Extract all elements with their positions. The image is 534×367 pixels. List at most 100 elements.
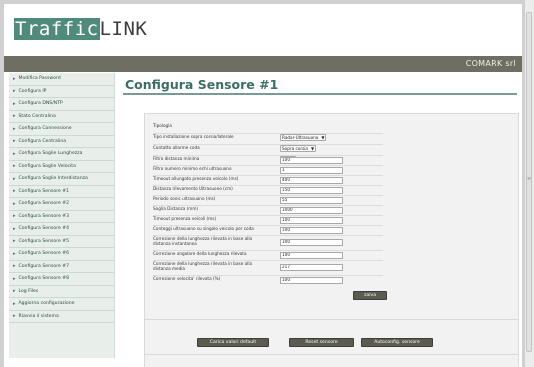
row-field: Correzione della lunghezza rilevata in b… [153,236,383,248]
soglia-distanza-input[interactable]: 1000 [280,207,343,214]
bullet-icon: ▸ [13,163,16,170]
timeout-presenza-input[interactable]: 100 [280,217,343,224]
field-label: Timeout allungato presenza veicolo (ms) [153,176,239,181]
field-label: Filtro numero minimo echi ultrasuono [153,166,232,171]
sidebar-item-configura-dns-ntp[interactable]: ▸ Configura DNS/NTP [9,98,114,111]
row-tipologia: Tipologia Radar-Ultrasuono ▼ [153,123,383,141]
bullet-icon: ▸ [13,75,16,82]
sidebar-item-modifica-password[interactable]: ▸ Modifica Password [9,73,114,86]
row-field: Timeout presenza veicoli (ms) 100 [153,216,383,225]
row-field: Timeout allungato presenza veicolo (ms) … [153,176,383,185]
sidebar-item-label: Configura Sensore #7 [18,263,70,269]
sidebar-item-label: Aggiorna configurazione [18,301,75,307]
bullet-icon: ▸ [13,113,16,120]
sidebar-item-sensore-1[interactable]: ▸ Configura Sensore #1 [9,186,114,198]
sidebar-item-sensore-2[interactable]: ▸ Configura Sensore #2 [9,198,114,211]
reset-sensor-button[interactable]: Reset sensore [289,338,354,347]
sidebar-item-label: Modifica Password [18,76,61,82]
sidebar-item-sensore-5[interactable]: ▸ Configura Sensore #5 [9,236,114,248]
sidebar-item-label: Configura Soglie Lunghezza [18,151,83,157]
sidebar-item-sensore-8[interactable]: ▸ Configura Sensore #8 [9,273,114,286]
load-defaults-button[interactable]: Carica valori default [197,338,269,347]
sidebar-item-riavvia-sistema[interactable]: ▸ Riavvia il sistema [9,311,114,323]
sidebar-item-label: Configura Sensore #3 [18,213,70,219]
correzione-velocita-input[interactable]: 100 [280,277,343,284]
sidebar-item-sensore-4[interactable]: ▸ Configura Sensore #4 [9,223,114,236]
sidebar-item-log-files[interactable]: ▸ Log Files [9,286,114,298]
field-label: Correzione angolare della lunghezza rile… [153,251,247,256]
logo-traffic: Traffic [14,18,100,40]
sidebar-item-configura-ip[interactable]: ▸ Configura IP [9,86,114,98]
bullet-icon: ▸ [13,225,16,232]
scrollbar-grip-icon: ≡ [527,176,532,182]
bullet-icon: ▸ [13,200,16,207]
sidebar-item-label: Configura Sensore #5 [18,238,70,244]
row-installazione: Tipo installazione sopra corsia/laterale… [153,134,383,152]
correzione-media-input[interactable]: 217 [280,264,343,271]
bullet-icon: ▸ [13,263,16,270]
filtro-echi-input[interactable]: 1 [280,167,343,174]
autoconfig-sensor-button[interactable]: Autoconfig. sensore [361,338,433,347]
field-label: Soglia Distanza (mm) [153,206,199,211]
page-title: Configura Sensore #1 [125,77,279,92]
field-label: Conteggi ultrasuono su singolo veicolo p… [153,226,254,231]
sidebar-item-label: Configura Soglie Interdistanza [18,176,88,182]
main-content: Configura Sensore #1 Tipologia Radar-Ult… [120,73,520,367]
sidebar-item-sensore-7[interactable]: ▸ Configura Sensore #7 [9,261,114,273]
row-field: Distanza rilevamento Ultrasuono (cm) 150 [153,186,383,195]
company-name: COMARK srl [465,59,516,68]
distanza-ultrasuono-input[interactable]: 150 [280,187,343,194]
tipologia-label: Tipologia [153,123,172,128]
row-field: Correzione velocita' rilevata (%) 100 [153,276,383,285]
bullet-icon: ▸ [13,238,16,245]
sidebar-item-configura-connessione[interactable]: ▸ Configura Connessione [9,123,114,136]
conteggi-ultrasuono-input[interactable]: 100 [280,227,343,234]
correzione-angolare-input[interactable]: 100 [280,252,343,259]
sidebar-item-label: Riavvia il sistema [18,313,59,319]
field-label: Correzione della lunghezza rilevata in b… [153,236,253,246]
bullet-icon: ▸ [13,100,16,107]
sidebar-item-label: Stato Centralina [18,113,56,119]
sidebar-item-label: Log Files [18,288,39,294]
periodo-sonic-input[interactable]: 55 [280,197,343,204]
sidebar-item-aggiorna-configurazione[interactable]: ▸ Aggiorna configurazione [9,298,114,311]
field-label: Filtro distanza minima [153,156,200,161]
timeout-allungato-input[interactable]: 400 [280,177,343,184]
title-divider [123,93,517,95]
field-label: Correzione della lunghezza rilevata in b… [153,261,253,271]
logo: TrafficLINK [14,18,147,40]
sidebar-item-label: Configura IP [18,88,47,94]
sidebar-item-soglie-lunghezza[interactable]: ▸ Configura Soglie Lunghezza [9,148,114,161]
sidebar-item-soglie-interdistanza[interactable]: ▸ Configura Soglie Interdistanza [9,173,114,186]
sidebar-item-label: Configura DNS/NTP [18,101,63,107]
correzione-istantanea-input[interactable]: 100 [280,239,343,246]
bullet-icon: ▸ [13,125,16,132]
sidebar-item-label: Configura Soglie Velocita [18,163,76,169]
filtro-distanza-input[interactable]: 100 [280,157,343,164]
sidebar-item-label: Configura Sensore #2 [18,201,70,207]
bullet-icon: ▸ [13,150,16,157]
row-field: Filtro numero minimo echi ultrasuono 1 [153,166,383,175]
row-field: Filtro distanza minima 100 [153,156,383,165]
bullet-icon: ▸ [13,175,16,182]
sidebar-item-soglie-velocita[interactable]: ▸ Configura Soglie Velocita [9,161,114,173]
sidebar-item-stato-centralina[interactable]: ▸ Stato Centralina [9,111,114,123]
bullet-icon: ▸ [13,250,16,257]
row-field: Periodo sonic ultrasuono (ms) 55 [153,196,383,205]
field-label: Timeout presenza veicoli (ms) [153,216,217,221]
sidebar-item-label: Configura Centralina [18,138,67,144]
sidebar-item-label: Configura Connessione [18,126,72,132]
sidebar-item-sensore-6[interactable]: ▸ Configura Sensore #6 [9,248,114,261]
bullet-icon: ▸ [13,188,16,195]
actions-panel: Carica valori default Reset sensore Auto… [144,319,519,355]
save-button[interactable]: salva [353,291,387,300]
allarme-label: Contatto allarme coda [153,145,200,150]
row-allarme: Contatto allarme coda Off▼ [153,145,383,163]
bullet-icon: ▸ [13,313,16,320]
sidebar-item-label: Configura Sensore #4 [18,226,70,232]
bullet-icon: ▸ [13,138,16,145]
scrollbar-thumb[interactable] [526,12,532,352]
sidebar-item-configura-centralina[interactable]: ▸ Configura Centralina [9,136,114,148]
bullet-icon: ▸ [13,288,16,295]
sidebar-item-sensore-3[interactable]: ▸ Configura Sensore #3 [9,211,114,223]
